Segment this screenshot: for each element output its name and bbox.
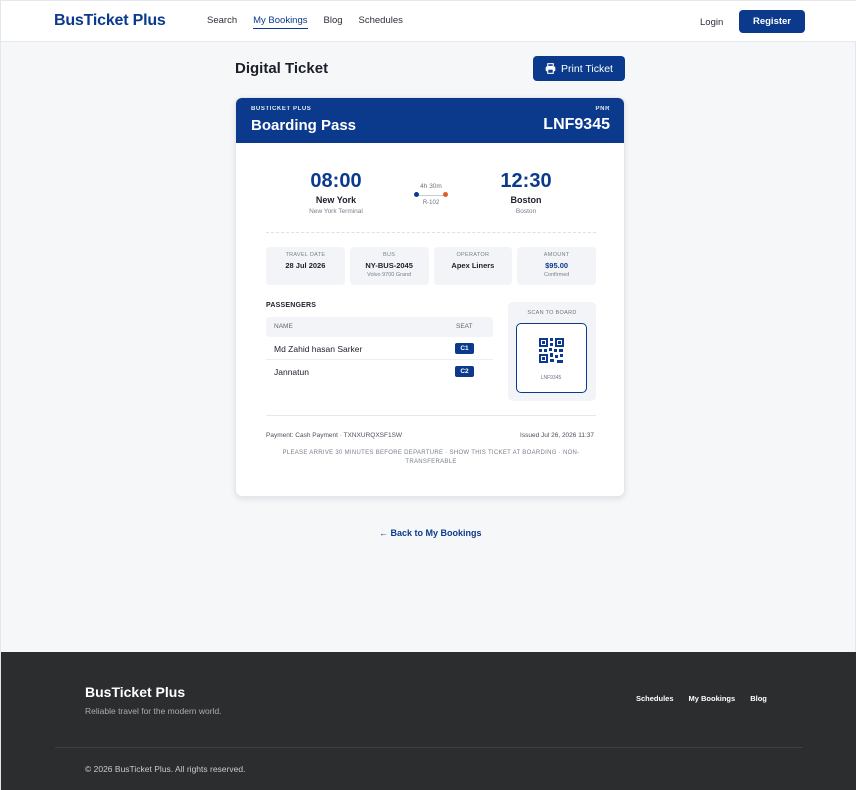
seat-badge: C1: [455, 343, 474, 354]
bus-number-value: NY-BUS-2045: [365, 261, 413, 270]
passengers-table: NAME SEAT Md Zahid hasan Sarker C1 Janna…: [266, 317, 493, 383]
nav-my-bookings-link[interactable]: My Bookings: [253, 15, 308, 29]
pnr-label: PNR: [595, 106, 610, 112]
column-seat-header: SEAT: [456, 323, 473, 330]
departure-time: 08:00: [310, 170, 362, 192]
payment-info: Payment: Cash Payment · TXNXURQXSF1SW: [266, 432, 403, 439]
passenger-name: Jannatun: [274, 367, 309, 377]
arrival-block: 12:30 Boston Boston: [466, 170, 586, 215]
top-navbar: BusTicket Plus Search My Bookings Blog S…: [1, 0, 856, 42]
qr-pnr-text: LNF9345: [540, 375, 562, 381]
origin-dot-icon: [414, 192, 419, 197]
destination-dot-icon: [443, 192, 448, 197]
footer-divider: [266, 415, 596, 416]
nav-blog-link[interactable]: Blog: [324, 15, 343, 29]
login-link[interactable]: Login: [700, 17, 723, 28]
operator-value: Apex Liners: [451, 261, 495, 270]
departure-city: New York: [315, 195, 357, 205]
bus-box: BUS NY-BUS-2045 Volvo 9700 Grand: [349, 247, 429, 285]
footer-tagline: Reliable travel for the modern world.: [85, 706, 222, 716]
qr-code-icon: [539, 338, 564, 363]
passengers-heading: PASSENGERS: [266, 302, 317, 309]
arrival-city: Boston: [510, 195, 542, 205]
table-row: Md Zahid hasan Sarker C1: [266, 337, 493, 360]
arrival-time: 12:30: [500, 170, 552, 192]
info-label: AMOUNT: [543, 252, 570, 258]
payment-status: Confirmed: [543, 272, 570, 278]
ticket-title: Boarding Pass: [251, 117, 357, 134]
boarding-pass-card: BUSTICKET PLUS Boarding Pass PNR LNF9345…: [235, 97, 625, 497]
site-footer: BusTicket Plus Reliable travel for the m…: [1, 652, 856, 790]
nav-schedules-link[interactable]: Schedules: [359, 15, 403, 29]
boarding-notice: PLEASE ARRIVE 30 MINUTES BEFORE DEPARTUR…: [282, 450, 580, 465]
footer-nav: Schedules My Bookings Blog: [636, 694, 767, 703]
route-number: R-102: [422, 200, 440, 206]
ticket-brand: BUSTICKET PLUS: [251, 106, 312, 112]
route-line: [414, 192, 448, 198]
footer-rule: [55, 747, 803, 748]
bus-model: Volvo 9700 Grand: [367, 272, 412, 278]
trip-duration: 4h 30m: [420, 183, 442, 190]
back-to-bookings-link[interactable]: ← Back to My Bookings: [379, 528, 482, 538]
departure-block: 08:00 New York New York Terminal: [276, 170, 396, 215]
qr-code-box: LNF9345: [516, 323, 587, 393]
route-divider: [266, 232, 596, 233]
ticket-header: BUSTICKET PLUS Boarding Pass PNR LNF9345: [236, 98, 624, 143]
travel-date-value: 28 Jul 2026: [285, 261, 326, 270]
arrival-terminal: Boston: [515, 208, 537, 215]
seat-badge: C2: [455, 366, 474, 377]
footer-blog-link[interactable]: Blog: [750, 694, 767, 703]
pnr-code: LNF9345: [543, 116, 610, 133]
main-nav: Search My Bookings Blog Schedules: [207, 15, 403, 29]
route-summary: 08:00 New York New York Terminal 4h 30m …: [266, 170, 596, 220]
page-title: Digital Ticket: [235, 60, 329, 77]
issued-timestamp: Issued Jul 26, 2026 11:37: [520, 432, 594, 439]
footer-schedules-link[interactable]: Schedules: [636, 694, 674, 703]
printer-icon: [545, 63, 556, 74]
print-ticket-button[interactable]: Print Ticket: [533, 56, 625, 81]
brand-logo[interactable]: BusTicket Plus: [54, 12, 166, 30]
passenger-name: Md Zahid hasan Sarker: [274, 344, 363, 354]
travel-date-box: TRAVEL DATE 28 Jul 2026: [266, 247, 345, 285]
footer-my-bookings-link[interactable]: My Bookings: [689, 694, 736, 703]
info-label: TRAVEL DATE: [285, 252, 326, 258]
scan-label: SCAN TO BOARD: [527, 310, 577, 316]
print-ticket-label: Print Ticket: [561, 62, 613, 75]
journey-connector: 4h 30m R-102: [411, 183, 451, 206]
operator-box: OPERATOR Apex Liners: [433, 247, 513, 285]
info-label: BUS: [383, 252, 396, 258]
register-button[interactable]: Register: [739, 10, 805, 33]
trip-info-grid: TRAVEL DATE 28 Jul 2026 BUS NY-BUS-2045 …: [266, 247, 596, 285]
table-row: Jannatun C2: [266, 360, 493, 383]
footer-brand: BusTicket Plus: [85, 684, 186, 700]
amount-box: AMOUNT $95.00 Confirmed: [517, 247, 596, 285]
column-name-header: NAME: [274, 323, 293, 330]
qr-panel: SCAN TO BOARD LNF9345: [508, 302, 596, 401]
nav-search-link[interactable]: Search: [207, 15, 237, 29]
info-label: OPERATOR: [456, 252, 490, 258]
table-header: NAME SEAT: [266, 317, 493, 337]
copyright-text: © 2026 BusTicket Plus. All rights reserv…: [85, 764, 246, 774]
departure-terminal: New York Terminal: [309, 208, 363, 215]
amount-value: $95.00: [545, 261, 569, 270]
